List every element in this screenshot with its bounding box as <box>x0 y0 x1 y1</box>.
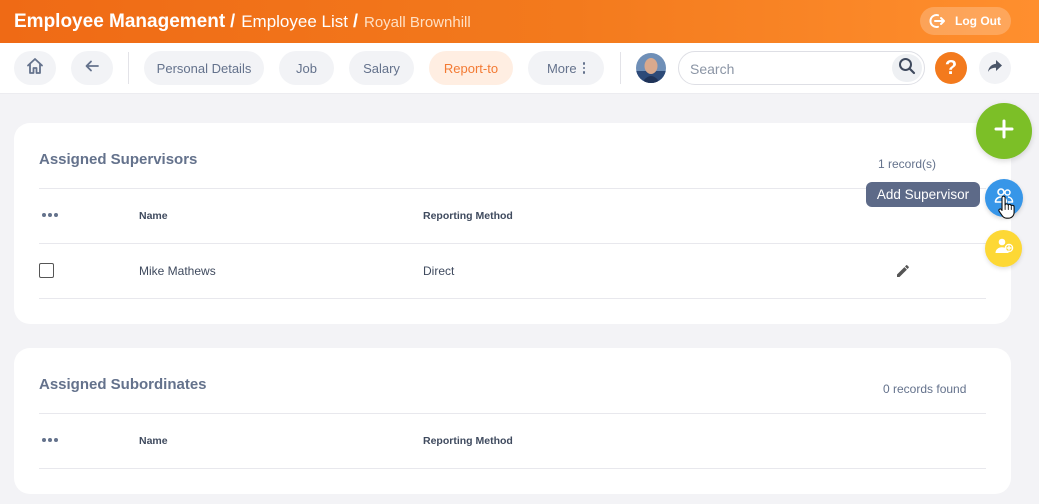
avatar[interactable] <box>636 53 666 83</box>
breadcrumb-section[interactable]: Employee List <box>241 12 348 32</box>
tab-label: Report-to <box>443 60 499 76</box>
row-checkbox[interactable] <box>39 263 54 278</box>
help-button[interactable]: ? <box>935 52 967 84</box>
divider <box>39 298 986 299</box>
divider <box>39 243 986 244</box>
share-arrow-icon <box>986 57 1004 80</box>
search-button[interactable] <box>892 54 922 82</box>
more-horizontal-icon[interactable] <box>42 438 58 442</box>
add-subordinate-button[interactable] <box>985 230 1022 267</box>
logout-icon <box>928 12 946 30</box>
divider <box>39 468 986 469</box>
search-icon <box>898 57 916 80</box>
cell-reporting-method: Direct <box>423 264 455 278</box>
card-title: Assigned Supervisors <box>39 151 198 168</box>
pencil-icon[interactable] <box>895 263 911 279</box>
record-count: 1 record(s) <box>878 157 937 171</box>
breadcrumb-separator: / <box>230 10 236 31</box>
logout-button[interactable]: Log Out <box>920 7 1011 35</box>
breadcrumb: Employee Management / Employee List / Ro… <box>14 11 471 33</box>
home-button[interactable] <box>14 51 56 85</box>
logout-label: Log Out <box>955 14 1001 28</box>
tab-personal-details[interactable]: Personal Details <box>144 51 264 85</box>
search-box <box>678 51 925 85</box>
arrow-left-icon <box>84 58 100 79</box>
users-icon <box>994 187 1014 210</box>
divider <box>39 413 986 414</box>
header-bar: Employee Management / Employee List / Ro… <box>0 0 1039 43</box>
record-count: 0 records found <box>883 382 967 396</box>
cell-name: Mike Mathews <box>139 264 216 278</box>
tab-job[interactable]: Job <box>279 51 334 85</box>
tab-label: Job <box>296 60 317 76</box>
card-title: Assigned Subordinates <box>39 376 207 393</box>
breadcrumb-module[interactable]: Employee Management <box>14 11 225 33</box>
column-header-name[interactable]: Name <box>139 210 168 222</box>
subordinates-card: Assigned Subordinates 0 records found Na… <box>14 348 1011 494</box>
supervisors-card: Assigned Supervisors 1 record(s) Name Re… <box>14 123 1011 324</box>
column-header-name[interactable]: Name <box>139 435 168 447</box>
column-header-reporting-method[interactable]: Reporting Method <box>423 210 513 222</box>
column-header-reporting-method[interactable]: Reporting Method <box>423 435 513 447</box>
plus-icon <box>994 119 1014 144</box>
breadcrumb-separator: / <box>352 10 358 31</box>
toolbar: Personal Details Job Salary Report-to Mo… <box>0 43 1039 94</box>
more-vertical-icon <box>582 62 586 74</box>
tab-label: Personal Details <box>156 60 252 76</box>
tab-label: More <box>546 60 577 76</box>
add-supervisor-tooltip: Add Supervisor <box>866 182 980 207</box>
add-fab-button[interactable] <box>976 103 1032 159</box>
tab-more[interactable]: More <box>528 51 604 85</box>
share-button[interactable] <box>979 52 1011 84</box>
more-horizontal-icon[interactable] <box>42 213 58 217</box>
divider <box>39 188 986 189</box>
add-supervisor-button[interactable] <box>985 179 1023 217</box>
toolbar-divider <box>620 52 621 84</box>
home-icon <box>25 56 45 81</box>
breadcrumb-current: Royall Brownhill <box>363 13 471 31</box>
help-icon: ? <box>944 56 958 79</box>
tab-report-to[interactable]: Report-to <box>429 51 513 85</box>
back-button[interactable] <box>71 51 113 85</box>
search-input[interactable] <box>690 59 886 79</box>
toolbar-divider <box>128 52 129 84</box>
user-add-icon <box>994 237 1014 260</box>
tab-label: Salary <box>363 60 400 76</box>
tab-salary[interactable]: Salary <box>349 51 414 85</box>
